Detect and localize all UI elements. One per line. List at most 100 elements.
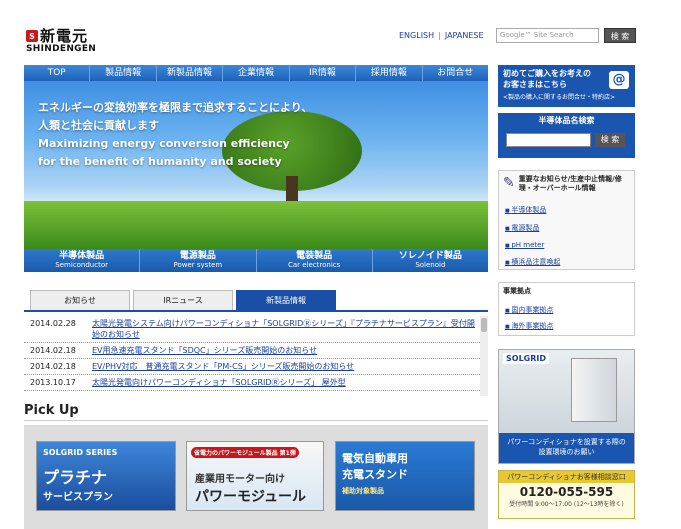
banner-line-3: <製品の購入に関するお問合せ・特約店> [503, 94, 616, 101]
card-label: パワーモジュール [195, 489, 307, 505]
pickup-title: Pick Up [24, 403, 79, 418]
pickup-card-power-module[interactable]: 省電力のパワーモジュール製品 第1弾 産業用モーター向け パワーモジュール [186, 441, 324, 511]
biz-link-domestic[interactable]: 国内事業拠点 [505, 305, 553, 315]
lang-english-link[interactable]: ENGLISH [399, 31, 434, 40]
solgrid-caption-1: パワーコンディショナを設置する際の [507, 438, 626, 446]
notice-link-power[interactable]: 電源製品 [505, 223, 539, 233]
news-item: 2014.02.18 EV用急速充電スタンド「SDQC」シリーズ販売開始のお知ら… [24, 343, 488, 359]
news-item: 2014.02.18 EV/PHV対応 普通充電スタンド「PM-CS」シリーズ販… [24, 359, 488, 375]
logo-mark-icon: S [26, 30, 38, 42]
news-link[interactable]: 太陽光発電システム向けパワーコンディショナ「SOLGRIDⓇシリーズ」『プラチナ… [92, 318, 482, 340]
power-conditioner-image [571, 358, 617, 422]
product-semiconductor[interactable]: 半導体製品 Semiconductor [24, 249, 141, 272]
semi-search-input[interactable] [506, 133, 591, 147]
first-purchase-banner[interactable]: 初めてご購入をお考えの お客さまはこちら <製品の購入に関するお問合せ・特約店>… [498, 65, 635, 107]
product-label-jp: 半導体製品 [59, 251, 105, 261]
wrench-icon: ✎ [503, 175, 515, 191]
product-label-jp: 電装製品 [296, 251, 333, 261]
product-solenoid[interactable]: ソレノイド製品 Solenoid [373, 249, 488, 272]
contact-hours: 受付時間 9:00〜17:00 (12〜13時を除く) [509, 501, 624, 508]
news-link[interactable]: EV/PHV対応 普通充電スタンド「PM-CS」シリーズ販売開始のお知らせ [92, 361, 482, 372]
product-category-bar: 半導体製品 Semiconductor 電源製品 Power system 電装… [24, 249, 488, 272]
lang-separator: | [438, 31, 441, 40]
card-label: プラチナ [43, 468, 108, 487]
mail-at-icon: @ [609, 71, 629, 89]
notice-link-warning[interactable]: 横浜品注意喚起 [505, 257, 560, 267]
logo-en-text: SHINDENGEN [26, 44, 97, 54]
pickup-card-ev-charger[interactable]: 電気自動車用 充電スタンド 補助対象製品 [335, 441, 475, 511]
news-date: 2014.02.28 [30, 319, 76, 328]
nav-contact[interactable]: お問合せ [423, 65, 488, 81]
notice-link-ph-meter[interactable]: pH meter [505, 241, 544, 249]
grass-field [24, 201, 488, 249]
product-label-en: Car electronics [287, 261, 341, 269]
language-switch: ENGLISH | JAPANESE [399, 31, 484, 40]
logo-jp-text: 新電元 [40, 27, 89, 45]
news-item: 2013.10.17 太陽光発電向けパワーコンディショナ「SOLGRIDⓇシリー… [24, 375, 488, 391]
card-label: 省電力のパワーモジュール製品 第1弾 [191, 447, 299, 458]
contact-title: パワーコンディショナお客様相談窓口 [499, 471, 634, 483]
nav-top[interactable]: TOP [24, 65, 91, 81]
news-list: 2014.02.28 太陽光発電システム向けパワーコンディショナ「SOLGRID… [24, 316, 488, 396]
tab-notices[interactable]: お知らせ [30, 290, 130, 310]
tab-new-products[interactable]: 新製品情報 [236, 290, 336, 310]
card-label: サービスプラン [43, 492, 113, 503]
notice-header: ✎ 重要なお知らせ/生産中止情報/修理・オーバーホール情報 [503, 175, 631, 195]
hero-line-4: for the benefit of humanity and society [38, 155, 282, 168]
important-notices: ✎ 重要なお知らせ/生産中止情報/修理・オーバーホール情報 半導体製品 電源製品… [498, 170, 635, 270]
solgrid-caption: パワーコンディショナを設置する際の 設置環境のお願い [499, 433, 634, 463]
global-nav: TOP 製品情報 新製品情報 企業情報 IR情報 採用情報 お問合せ [24, 65, 488, 81]
hero-banner: エネルギーの変換効率を極限まで追求することにより、 人類と社会に貢献します Ma… [24, 81, 488, 249]
semi-search-button[interactable]: 検 索 [595, 133, 625, 147]
product-power-system[interactable]: 電源製品 Power system [140, 249, 257, 272]
product-label-en: Solenoid [415, 261, 446, 269]
nav-recruit[interactable]: 採用情報 [356, 65, 423, 81]
product-car-electronics[interactable]: 電装製品 Car electronics [257, 249, 373, 272]
news-link[interactable]: 太陽光発電向けパワーコンディショナ「SOLGRIDⓇシリーズ」 屋外型 [92, 377, 482, 388]
biz-link-overseas[interactable]: 海外事業拠点 [505, 321, 553, 331]
solgrid-banner[interactable]: SOLGRID パワーコンディショナを設置する際の 設置環境のお願い [498, 349, 635, 464]
card-label: 電気自動車用 [342, 452, 408, 465]
hero-line-2: 人類と社会に貢献します [38, 119, 159, 132]
news-date: 2014.02.18 [30, 346, 76, 355]
pickup-card-solgrid[interactable]: SOLGRID SERIES プラチナ サービスプラン [36, 441, 176, 511]
business-locations: 事業拠点 国内事業拠点 海外事業拠点 [498, 282, 635, 336]
notice-link-semiconductor[interactable]: 半導体製品 [505, 205, 546, 215]
hero-line-1: エネルギーの変換効率を極限まで追求することにより、 [38, 101, 313, 114]
news-date: 2013.10.17 [30, 378, 76, 387]
card-label: 産業用モーター向け [195, 474, 285, 485]
scrollbar-thumb[interactable] [481, 318, 487, 332]
biz-title: 事業拠点 [503, 287, 531, 295]
product-label-jp: ソレノイド製品 [398, 251, 462, 261]
support-contact-banner[interactable]: パワーコンディショナお客様相談窓口 0120-055-595 受付時間 9:00… [498, 470, 635, 519]
card-label: 充電スタンド [342, 468, 408, 481]
card-label: SOLGRID SERIES [43, 448, 118, 457]
semi-search-title: 半導体品名検索 [538, 116, 595, 125]
solgrid-caption-2: 設置環境のお願い [538, 448, 595, 456]
contact-phone: 0120-055-595 [519, 485, 614, 499]
hero-line-3: Maximizing energy conversion efficiency [38, 137, 290, 150]
news-tabs: お知らせ IRニュース 新製品情報 [24, 290, 488, 312]
nav-ir[interactable]: IR情報 [290, 65, 357, 81]
solgrid-logo: SOLGRID [503, 353, 550, 364]
news-scrollbar[interactable] [480, 316, 488, 396]
lang-japanese-link[interactable]: JAPANESE [445, 31, 484, 40]
semiconductor-search: 半導体品名検索 検 索 [498, 113, 635, 158]
product-label-jp: 電源製品 [179, 251, 216, 261]
site-search-button[interactable]: 検 索 [604, 28, 636, 43]
notice-title[interactable]: 重要なお知らせ/生産中止情報/修理・オーバーホール情報 [519, 175, 631, 193]
nav-new-products[interactable]: 新製品情報 [157, 65, 224, 81]
site-search-input[interactable]: Google™ Site Search [496, 28, 599, 43]
tab-ir-news[interactable]: IRニュース [133, 290, 233, 310]
company-logo[interactable]: S 新電元 SHINDENGEN [26, 29, 96, 54]
pickup-divider [24, 420, 488, 421]
news-link[interactable]: EV用急速充電スタンド「SDQC」シリーズ販売開始のお知らせ [92, 345, 482, 356]
card-label: 補助対象製品 [342, 487, 384, 495]
news-item: 2014.02.28 太陽光発電システム向けパワーコンディショナ「SOLGRID… [24, 316, 488, 343]
pickup-carousel: SOLGRID SERIES プラチナ サービスプラン 省電力のパワーモジュール… [24, 425, 488, 529]
nav-products[interactable]: 製品情報 [90, 65, 157, 81]
product-label-en: Semiconductor [55, 261, 108, 269]
news-date: 2014.02.18 [30, 362, 76, 371]
nav-company[interactable]: 企業情報 [223, 65, 290, 81]
product-label-en: Power system [173, 261, 223, 269]
